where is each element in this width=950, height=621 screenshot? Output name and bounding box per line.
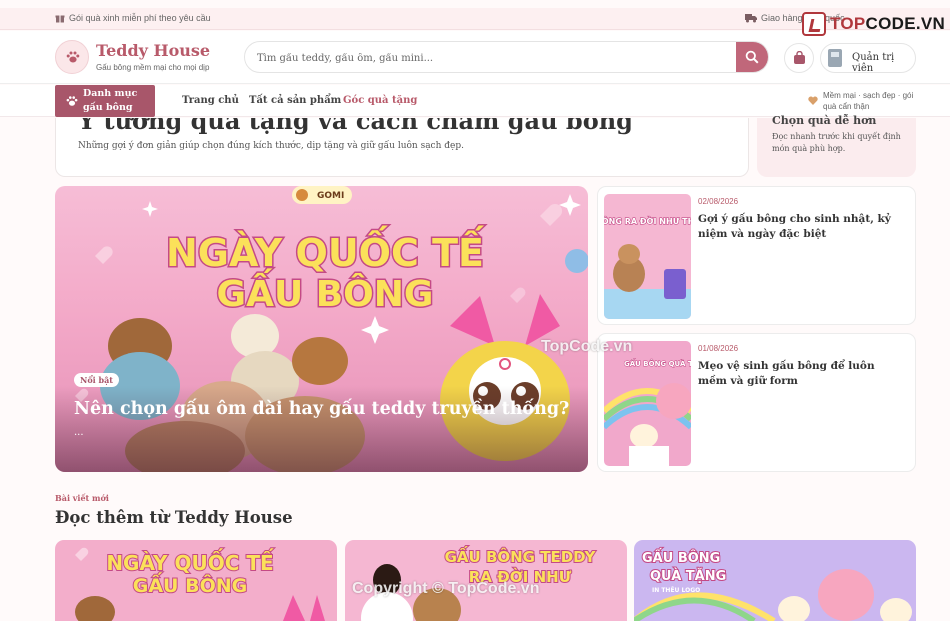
brand-tagline: Gấu bông mềm mại cho mọi dịp [96,63,210,72]
post-title[interactable]: Gợi ý gấu bông cho sinh nhật, kỷ niệm và… [698,212,903,242]
paw-icon [66,51,80,63]
svg-text:GẤU BÔNG: GẤU BÔNG [642,548,720,566]
gift-icon [55,15,65,23]
nav-link-gift-corner[interactable]: Góc quà tặng [343,95,417,106]
category-menu-button[interactable]: Danh mục gấu bông [55,85,155,117]
category-menu-label: Danh mục gấu bông [83,88,138,113]
cart-button[interactable] [784,43,814,73]
site-header: Teddy House Gấu bông mềm mại cho mọi dịp… [0,31,950,84]
svg-text:GẤU BÔNG: GẤU BÔNG [217,268,434,315]
side-post-card[interactable]: GẤU BÔNG QUÀ TẶNG 01/08/2026 Mẹo vệ sinh… [597,333,916,472]
nav-note: Mềm mại · sạch đẹp · gói quà cẩn thận [823,91,914,111]
heart-icon [808,96,818,105]
svg-text:GẤU BÔNG QUÀ TẶNG: GẤU BÔNG QUÀ TẶNG [624,358,691,368]
post-title[interactable]: Mẹo vệ sinh gấu bông để luôn mềm và giữ … [698,359,903,389]
search-icon [745,50,759,64]
featured-post-excerpt: ... [74,427,84,438]
svg-text:IN THÊU LOGO: IN THÊU LOGO [652,586,700,594]
brand-name[interactable]: Teddy House [96,41,210,60]
tip-title: Chọn quà dễ hơn [772,114,877,127]
page-subtitle: Những gợi ý đơn giản giúp chọn đúng kích… [78,141,464,151]
post-card-image: GẤU BÔNG QUÀ TẶNG IN THÊU LOGO [634,540,916,621]
svg-text:NGÀY QUỐC TẾ: NGÀY QUỐC TẾ [106,549,274,575]
tip-text: Đọc nhanh trước khi quyết định món quà p… [772,132,901,153]
post-card-image: GẤU BÔNG TEDDY RA ĐỜI NHƯ [345,540,627,621]
watermark-logo-text: TOPCODE.VN [830,14,946,33]
watermark-logo: TOPCODE.VN [802,11,945,37]
shopping-bag-icon [794,51,805,64]
watermark-logo-mark [802,12,826,36]
post-date: 02/08/2026 [698,197,739,206]
truck-icon [745,14,757,23]
search-button[interactable] [736,42,768,72]
post-card-image: NGÀY QUỐC TẾ GẤU BÔNG [55,540,337,621]
side-post-card[interactable]: GẤU BÔNG RA ĐỜI NHƯ THẾ NÀO 02/08/2026 G… [597,186,916,325]
promo-text: Gói quà xinh miễn phí theo yêu cầu [69,13,211,23]
paw-icon [66,96,78,106]
side-post-thumbnail: GẤU BÔNG QUÀ TẶNG [604,341,691,466]
section-title: Đọc thêm từ Teddy House [55,508,293,527]
post-card[interactable]: NGÀY QUỐC TẾ GẤU BÔNG [55,540,337,621]
admin-account-button[interactable]: Quản trị viên [820,43,916,74]
avatar [828,49,842,67]
main-navigation: Danh mục gấu bông Trang chủ Tất cả sản p… [0,85,950,117]
nav-link-all-products[interactable]: Tất cả sản phẩm [249,95,341,106]
svg-text:GẤU BÔNG TEDDY: GẤU BÔNG TEDDY [445,545,597,566]
featured-post[interactable]: NGÀY QUỐC TẾ GẤU BÔNG GOMI Nổi bật Nên c… [55,186,588,472]
search-bar [244,41,769,73]
page-title: Ý tưởng quà tặng và cách chăm gấu bông [78,118,633,135]
post-card[interactable]: GẤU BÔNG QUÀ TẶNG IN THÊU LOGO [634,540,916,621]
svg-text:QUÀ TẶNG: QUÀ TẶNG [650,568,726,584]
page-intro: Ý tưởng quà tặng và cách chăm gấu bông N… [55,118,749,177]
section-kicker: Bài viết mới [55,493,109,503]
nav-link-home[interactable]: Trang chủ [182,95,239,106]
post-card[interactable]: GẤU BÔNG TEDDY RA ĐỜI NHƯ [345,540,627,621]
svg-text:GẤU BÔNG: GẤU BÔNG [133,571,247,597]
post-date: 01/08/2026 [698,344,739,353]
logo[interactable] [55,40,89,74]
svg-text:NGÀY QUỐC TẾ: NGÀY QUỐC TẾ [166,226,484,275]
featured-post-title[interactable]: Nên chọn gấu ôm dài hay gấu teddy truyền… [74,399,569,419]
svg-text:RA ĐỜI NHƯ: RA ĐỜI NHƯ [469,567,572,586]
side-post-thumbnail: GẤU BÔNG RA ĐỜI NHƯ THẾ NÀO [604,194,691,319]
tip-box: Chọn quà dễ hơn Đọc nhanh trước khi quyế… [757,114,916,177]
admin-label: Quản trị viên [852,52,895,74]
svg-text:GOMI: GOMI [317,191,344,201]
search-input[interactable] [257,49,727,67]
featured-badge: Nổi bật [74,373,119,387]
